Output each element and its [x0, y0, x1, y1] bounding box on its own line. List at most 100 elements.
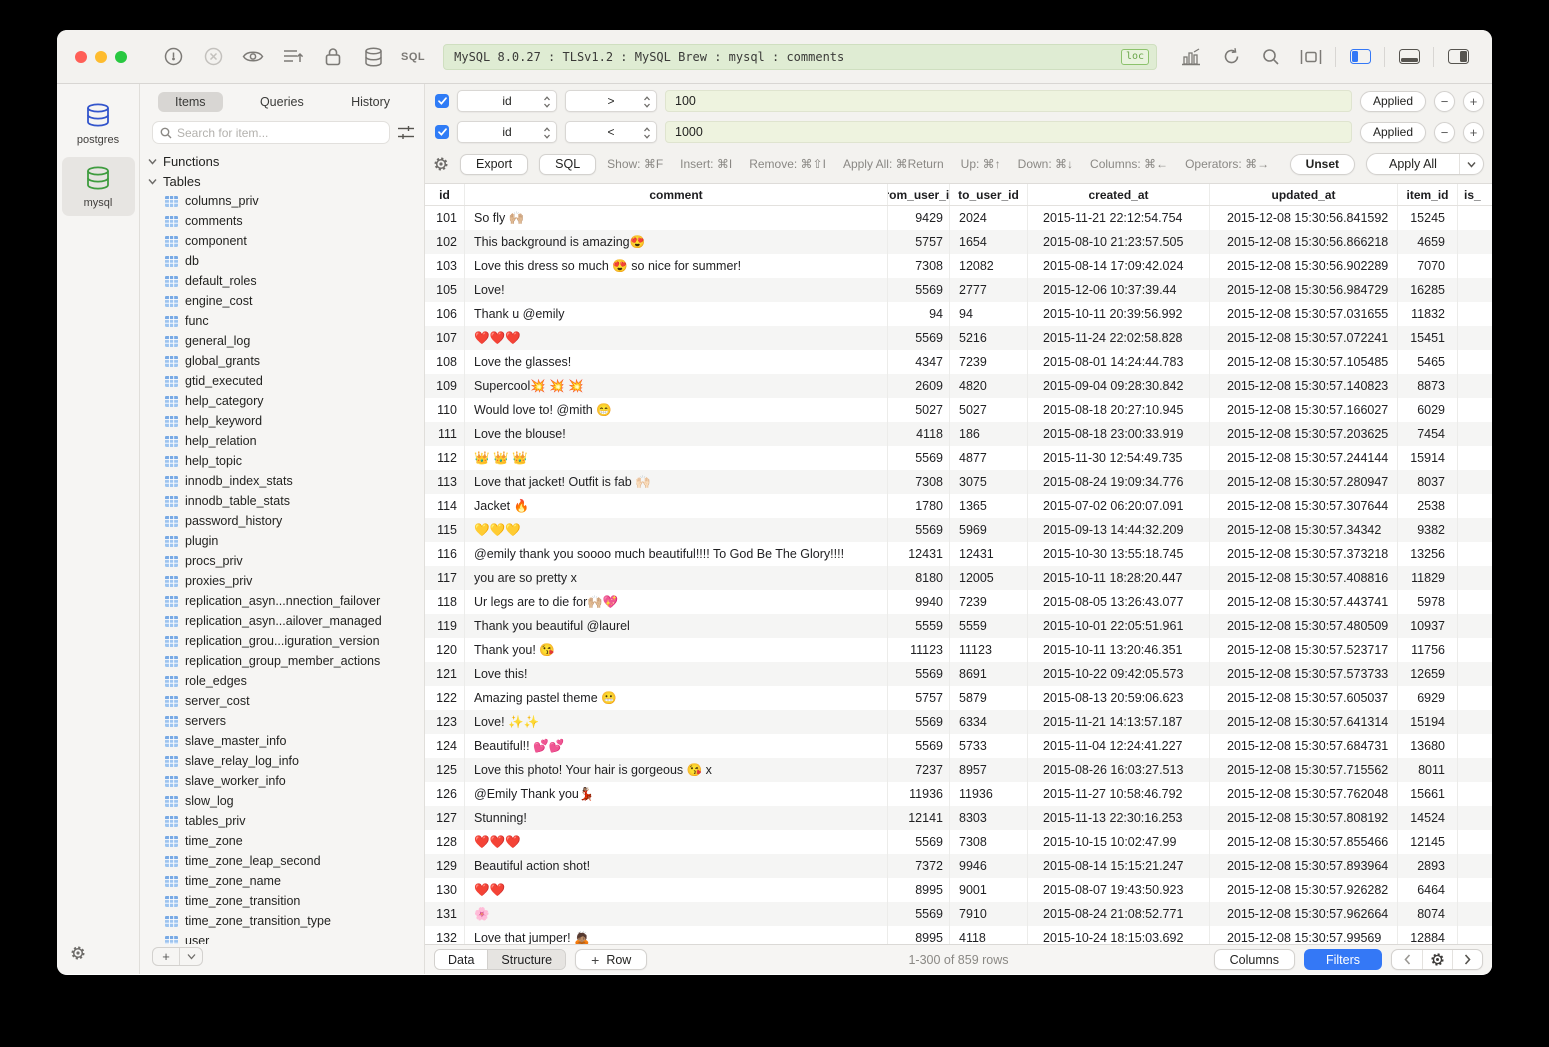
filter-column-select[interactable]: id	[457, 121, 557, 143]
group-tables[interactable]: Tables	[148, 171, 424, 191]
table-row[interactable]: 116 @emily thank you soooo much beautifu…	[425, 542, 1492, 566]
sidebar-table-item[interactable]: innodb_table_stats	[148, 491, 424, 511]
sidebar-table-item[interactable]: default_roles	[148, 271, 424, 291]
table-row[interactable]: 123 Love! ✨✨ 5569 6334 2015-11-21 14:13:…	[425, 710, 1492, 734]
table-row[interactable]: 129 Beautiful action shot! 7372 9946 201…	[425, 854, 1492, 878]
sidebar-table-item[interactable]: general_log	[148, 331, 424, 351]
sidebar-table-item[interactable]: slave_worker_info	[148, 771, 424, 791]
table-row[interactable]: 115 💛💛💛 5569 5969 2015-09-13 14:44:32.20…	[425, 518, 1492, 542]
sidebar-table-item[interactable]: help_relation	[148, 431, 424, 451]
table-row[interactable]: 101 So fly 🙌🏼 9429 2024 2015-11-21 22:12…	[425, 206, 1492, 230]
sidebar-table-item[interactable]: time_zone_transition	[148, 891, 424, 911]
preview-eye-icon[interactable]	[233, 49, 273, 64]
connection-icon[interactable]	[153, 47, 193, 66]
sidebar-table-item[interactable]: time_zone_name	[148, 871, 424, 891]
settings-gear-icon[interactable]	[70, 945, 86, 966]
table-row[interactable]: 108 Love the glasses! 4347 7239 2015-08-…	[425, 350, 1492, 374]
filters-button[interactable]: Filters	[1304, 949, 1382, 970]
lock-icon[interactable]	[313, 47, 353, 66]
sidebar-table-item[interactable]: help_keyword	[148, 411, 424, 431]
add-item-button[interactable]: +	[153, 948, 180, 965]
sidebar-table-item[interactable]: time_zone_leap_second	[148, 851, 424, 871]
sidebar-table-item[interactable]: replication_asyn...nnection_failover	[148, 591, 424, 611]
sidebar-table-item[interactable]: help_topic	[148, 451, 424, 471]
sidebar-table-item[interactable]: tables_priv	[148, 811, 424, 831]
column-header-from-user-id[interactable]: from_user_id	[888, 184, 950, 205]
sidebar-table-item[interactable]: comments	[148, 211, 424, 231]
table-row[interactable]: 107 ❤️❤️❤️ 5569 5216 2015-11-24 22:02:58…	[425, 326, 1492, 350]
table-row[interactable]: 105 Love! 5569 2777 2015-12-06 10:37:39.…	[425, 278, 1492, 302]
sql-button[interactable]: SQL	[539, 154, 596, 175]
sidebar-table-item[interactable]: procs_priv	[148, 551, 424, 571]
tab-items[interactable]: Items	[158, 92, 223, 112]
table-row[interactable]: 131 🌸 5569 7910 2015-08-24 21:08:52.771 …	[425, 902, 1492, 926]
filter-operator-select[interactable]: <	[565, 121, 657, 143]
chart-icon[interactable]	[1171, 48, 1211, 66]
next-page-button[interactable]	[1452, 950, 1482, 969]
table-row[interactable]: 106 Thank u @emily 94 94 2015-10-11 20:3…	[425, 302, 1492, 326]
sidebar-table-item[interactable]: slave_master_info	[148, 731, 424, 751]
table-row[interactable]: 126 @Emily Thank you💃🏽 11936 11936 2015-…	[425, 782, 1492, 806]
sidebar-table-item[interactable]: server_cost	[148, 691, 424, 711]
close-button[interactable]	[75, 51, 87, 63]
table-row[interactable]: 114 Jacket 🔥 1780 1365 2015-07-02 06:20:…	[425, 494, 1492, 518]
table-row[interactable]: 132 Love that jumper! 🙇🏽 8995 4118 2015-…	[425, 926, 1492, 944]
remove-filter-button[interactable]: −	[1434, 91, 1455, 112]
table-row[interactable]: 124 Beautiful!! 💕💕 5569 5733 2015-11-04 …	[425, 734, 1492, 758]
table-row[interactable]: 122 Amazing pastel theme 😬 5757 5879 201…	[425, 686, 1492, 710]
tab-data[interactable]: Data	[435, 950, 487, 969]
sidebar-table-item[interactable]: password_history	[148, 511, 424, 531]
table-row[interactable]: 109 Supercool💥 💥 💥 2609 4820 2015-09-04 …	[425, 374, 1492, 398]
connection-mysql[interactable]: mysql	[62, 157, 135, 216]
sidebar-table-item[interactable]: proxies_priv	[148, 571, 424, 591]
filter-operator-select[interactable]: >	[565, 90, 657, 112]
sidebar-table-item[interactable]: innodb_index_stats	[148, 471, 424, 491]
sidebar-table-item[interactable]: component	[148, 231, 424, 251]
toggle-right-panel-icon[interactable]	[1438, 49, 1478, 64]
zoom-button[interactable]	[115, 51, 127, 63]
sidebar-table-item[interactable]: replication_group_member_actions	[148, 651, 424, 671]
table-row[interactable]: 118 Ur legs are to die for🙌🏼💖 9940 7239 …	[425, 590, 1492, 614]
search-input[interactable]	[177, 126, 382, 140]
sidebar-table-item[interactable]: help_category	[148, 391, 424, 411]
sidebar-table-item[interactable]: plugin	[148, 531, 424, 551]
add-item-menu-button[interactable]	[180, 948, 202, 965]
page-settings-button[interactable]	[1422, 950, 1452, 969]
applied-button[interactable]: Applied	[1360, 122, 1426, 143]
apply-all-button[interactable]: Apply All	[1366, 153, 1484, 175]
sidebar-table-item[interactable]: columns_priv	[148, 191, 424, 211]
prev-page-button[interactable]	[1392, 950, 1422, 969]
toggle-bottom-panel-icon[interactable]	[1389, 49, 1429, 64]
table-row[interactable]: 127 Stunning! 12141 8303 2015-11-13 22:3…	[425, 806, 1492, 830]
table-row[interactable]: 125 Love this photo! Your hair is gorgeo…	[425, 758, 1492, 782]
table-row[interactable]: 130 ❤️❤️ 8995 9001 2015-08-07 19:43:50.9…	[425, 878, 1492, 902]
table-row[interactable]: 110 Would love to! @mith 😁 5027 5027 201…	[425, 398, 1492, 422]
export-button[interactable]: Export	[460, 154, 528, 175]
sidebar-table-item[interactable]: user	[148, 931, 424, 944]
columns-button[interactable]: Columns	[1214, 949, 1295, 970]
tab-history[interactable]: History	[341, 92, 400, 112]
column-header-comment[interactable]: comment	[465, 184, 888, 205]
sidebar-table-item[interactable]: func	[148, 311, 424, 331]
group-functions[interactable]: Functions	[148, 151, 424, 171]
filter-settings-gear-icon[interactable]	[433, 156, 449, 172]
applied-button[interactable]: Applied	[1360, 91, 1426, 112]
filter-enabled-checkbox[interactable]	[435, 125, 449, 139]
apply-all-menu-button[interactable]	[1459, 154, 1483, 174]
sidebar-table-item[interactable]: engine_cost	[148, 291, 424, 311]
table-row[interactable]: 128 ❤️❤️❤️ 5569 7308 2015-10-15 10:02:47…	[425, 830, 1492, 854]
toggle-left-panel-icon[interactable]	[1340, 49, 1380, 64]
sidebar-table-item[interactable]: db	[148, 251, 424, 271]
add-filter-button[interactable]: +	[1463, 91, 1484, 112]
sidebar-table-item[interactable]: global_grants	[148, 351, 424, 371]
column-header-item-id[interactable]: item_id	[1398, 184, 1458, 205]
table-row[interactable]: 112 👑 👑 👑 5569 4877 2015-11-30 12:54:49.…	[425, 446, 1492, 470]
column-header-id[interactable]: id	[425, 184, 465, 205]
sidebar-table-item[interactable]: slave_relay_log_info	[148, 751, 424, 771]
table-row[interactable]: 113 Love that jacket! Outfit is fab 🙌🏻 7…	[425, 470, 1492, 494]
table-row[interactable]: 120 Thank you! 😘 11123 11123 2015-10-11 …	[425, 638, 1492, 662]
filter-value-input[interactable]	[665, 90, 1352, 112]
column-header-created-at[interactable]: created_at	[1028, 184, 1210, 205]
table-row[interactable]: 119 Thank you beautiful @laurel 5559 555…	[425, 614, 1492, 638]
item-search-box[interactable]	[152, 121, 390, 144]
